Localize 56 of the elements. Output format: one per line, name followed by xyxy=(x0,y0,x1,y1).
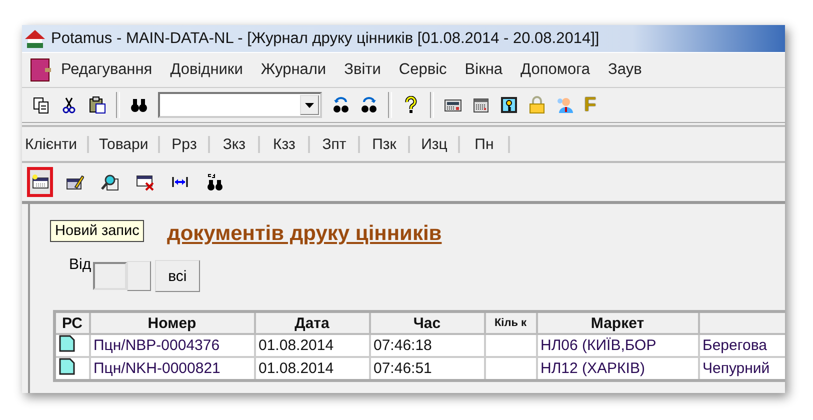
menu-item[interactable]: Вікна xyxy=(456,59,512,81)
tooltip: Новий запис xyxy=(50,220,144,242)
document-icon xyxy=(59,336,75,352)
table-cell: Пцн/NBP-0004376 xyxy=(90,334,254,357)
date-picker-button[interactable] xyxy=(127,261,152,291)
highlighted-tool-button[interactable] xyxy=(27,167,53,197)
delete-record-icon xyxy=(136,173,154,191)
binoculars-icon[interactable] xyxy=(130,96,148,114)
binoculars-arrow-icon[interactable] xyxy=(332,96,350,114)
menu-item[interactable]: Заув xyxy=(599,59,651,81)
edit-record-icon xyxy=(66,173,84,191)
new-record-icon xyxy=(31,173,49,191)
dropdown-caret-icon xyxy=(305,102,314,108)
binoculars-arrow-icon[interactable] xyxy=(360,96,378,114)
column-header[interactable]: Кіль к xyxy=(484,312,536,334)
table-cell: 01.08.2014 xyxy=(254,334,370,357)
menu-item[interactable]: Журнали xyxy=(252,59,336,81)
house-icon xyxy=(25,30,45,48)
column-header[interactable]: Маркет xyxy=(536,312,698,334)
column-header[interactable]: Номер xyxy=(90,312,254,334)
menu-item[interactable]: Допомога xyxy=(512,59,600,81)
all-button[interactable]: всі xyxy=(155,260,200,292)
table-cell: 07:46:18 xyxy=(370,334,484,357)
magnifier-icon xyxy=(101,173,119,191)
binoculars-icon xyxy=(206,173,224,191)
nav-tab[interactable]: Зпт xyxy=(310,136,360,152)
nav-tab[interactable]: Зкз xyxy=(210,136,260,152)
nav-tab[interactable]: Клієнти xyxy=(22,136,90,152)
menu-item[interactable]: Редагування xyxy=(52,59,162,81)
menu-item[interactable]: Довідники xyxy=(161,59,252,81)
column-header[interactable]: Час xyxy=(370,312,484,334)
table-cell: НЛ06 (КИЇВ,БОР xyxy=(536,334,698,357)
search-combo[interactable] xyxy=(158,92,322,118)
date-field[interactable] xyxy=(93,262,128,290)
menu-item[interactable]: Звіти xyxy=(335,59,390,81)
book-icon[interactable] xyxy=(30,58,52,82)
window-title: Potamus - MAIN-DATA-NL - [Журнал друку цінників [01.08.2014 - 20.08.2014]] xyxy=(51,30,600,48)
scissors-icon[interactable] xyxy=(60,96,78,114)
menu-item[interactable]: Сервіс xyxy=(390,59,456,81)
calendar-icon[interactable] xyxy=(472,96,490,114)
nav-tab[interactable]: Пзк xyxy=(360,136,410,152)
nav-tab[interactable]: Рpз xyxy=(160,136,210,152)
column-header[interactable]: Дата xyxy=(254,312,370,334)
column-header[interactable]: РС xyxy=(54,312,90,334)
document-icon xyxy=(59,358,75,375)
journal-heading: документів друку цінників xyxy=(167,222,442,246)
key-icon[interactable] xyxy=(500,96,518,114)
copy-icon[interactable] xyxy=(32,96,50,114)
nav-tab[interactable]: Кзз xyxy=(260,136,310,152)
nav-tab[interactable]: Товари xyxy=(89,136,160,152)
nav-tab[interactable]: Изц xyxy=(410,136,460,152)
nav-tab[interactable]: Пн xyxy=(460,136,510,152)
padlock-icon[interactable] xyxy=(528,96,546,114)
from-label: Від xyxy=(69,256,92,273)
clipboard-icon[interactable] xyxy=(88,96,106,114)
user-icon[interactable] xyxy=(556,96,574,114)
